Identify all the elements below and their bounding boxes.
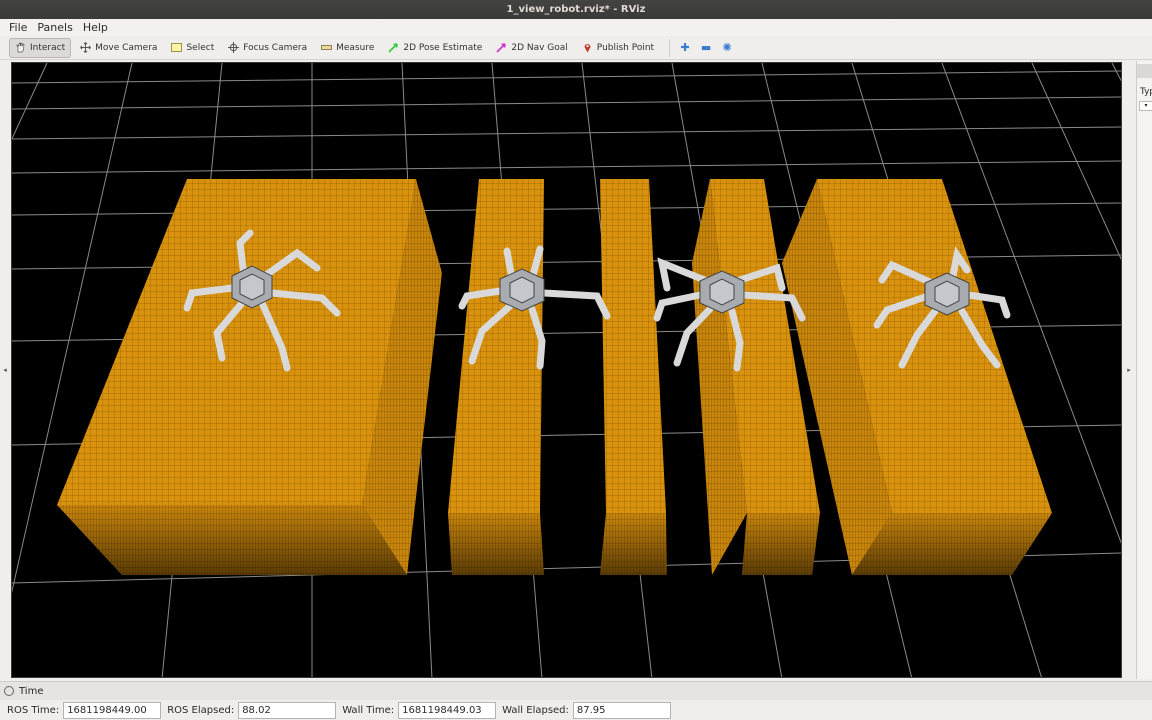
collapse-left-icon: ◂ (3, 366, 7, 374)
wall-time-field[interactable]: 1681198449.03 (398, 702, 497, 719)
tool-toolbar: Interact Move Camera Select Focus Camera… (0, 36, 1152, 60)
scene-svg (12, 63, 1121, 677)
views-panel-tab[interactable] (1137, 64, 1152, 78)
move-camera-tool-label: Move Camera (95, 42, 158, 53)
gear-icon: ✺ (722, 41, 732, 54)
select-tool-button[interactable]: Select (166, 38, 219, 58)
nav-goal-tool-label: 2D Nav Goal (511, 42, 568, 53)
window-title: 1_view_robot.rviz* - RViz (506, 4, 646, 15)
time-panel-title: Time (19, 685, 44, 697)
terrain-block-3 (600, 179, 667, 575)
measure-tool-button[interactable]: Measure (316, 38, 379, 58)
minus-icon: ▬ (700, 41, 712, 54)
type-label: Typ (1140, 87, 1152, 97)
terrain-block-2 (448, 179, 544, 575)
terrain-block-5 (782, 179, 1052, 575)
wall-elapsed-label: Wall Elapsed: (502, 705, 569, 716)
map-pin-icon (582, 42, 593, 53)
pose-estimate-tool-button[interactable]: 2D Pose Estimate (383, 38, 487, 58)
menu-bar: File Panels Help (0, 19, 1152, 36)
wall-elapsed-field[interactable]: 87.95 (572, 702, 671, 719)
collapse-right-icon: ▸ (1127, 366, 1131, 374)
magenta-arrow-icon (496, 42, 507, 53)
green-arrow-icon (388, 42, 399, 53)
dropdown-arrow-icon: ▾ (1144, 102, 1148, 109)
add-tool-button[interactable]: ✚ (676, 39, 694, 57)
ros-elapsed-label: ROS Elapsed: (167, 705, 235, 716)
nav-goal-tool-button[interactable]: 2D Nav Goal (491, 38, 572, 58)
remove-tool-button[interactable]: ▬ (697, 39, 715, 57)
ros-elapsed-field[interactable]: 88.02 (238, 702, 337, 719)
window-titlebar: 1_view_robot.rviz* - RViz (0, 0, 1152, 19)
left-dock-splitter[interactable]: ◂ (0, 61, 10, 679)
move-arrows-icon (80, 42, 91, 53)
toolbar-separator (669, 38, 671, 57)
crosshair-icon (228, 42, 240, 53)
render-viewport[interactable] (11, 62, 1122, 678)
ruler-icon (321, 42, 333, 53)
hand-icon (15, 42, 26, 53)
menu-panels[interactable]: Panels (32, 21, 77, 34)
publish-point-tool-button[interactable]: Publish Point (577, 38, 659, 58)
plus-icon: ✚ (680, 41, 690, 54)
pose-estimate-tool-label: 2D Pose Estimate (403, 42, 483, 53)
menu-help[interactable]: Help (78, 21, 113, 34)
clock-icon (4, 686, 14, 696)
measure-tool-label: Measure (336, 42, 375, 53)
focus-camera-tool-button[interactable]: Focus Camera (223, 38, 312, 58)
move-camera-tool-button[interactable]: Move Camera (75, 38, 162, 58)
focus-camera-tool-label: Focus Camera (243, 42, 308, 53)
ros-time-field[interactable]: 1681198449.00 (63, 702, 162, 719)
wall-time-label: Wall Time: (342, 705, 395, 716)
time-panel-header: Time (0, 681, 1152, 700)
time-status-bar: ROS Time: 1681198449.00 ROS Elapsed: 88.… (0, 701, 1152, 720)
interact-tool-label: Interact (30, 42, 66, 53)
menu-file[interactable]: File (4, 21, 32, 34)
views-panel: Typ ▾ (1136, 61, 1152, 679)
select-box-icon (171, 42, 183, 53)
type-dropdown[interactable]: ▾ (1139, 101, 1152, 111)
select-tool-label: Select (186, 42, 215, 53)
right-dock-splitter[interactable]: ▸ (1123, 61, 1135, 679)
tool-properties-button[interactable]: ✺ (718, 39, 736, 57)
interact-tool-button[interactable]: Interact (9, 37, 72, 58)
publish-point-tool-label: Publish Point (596, 42, 655, 53)
ros-time-label: ROS Time: (7, 705, 60, 716)
